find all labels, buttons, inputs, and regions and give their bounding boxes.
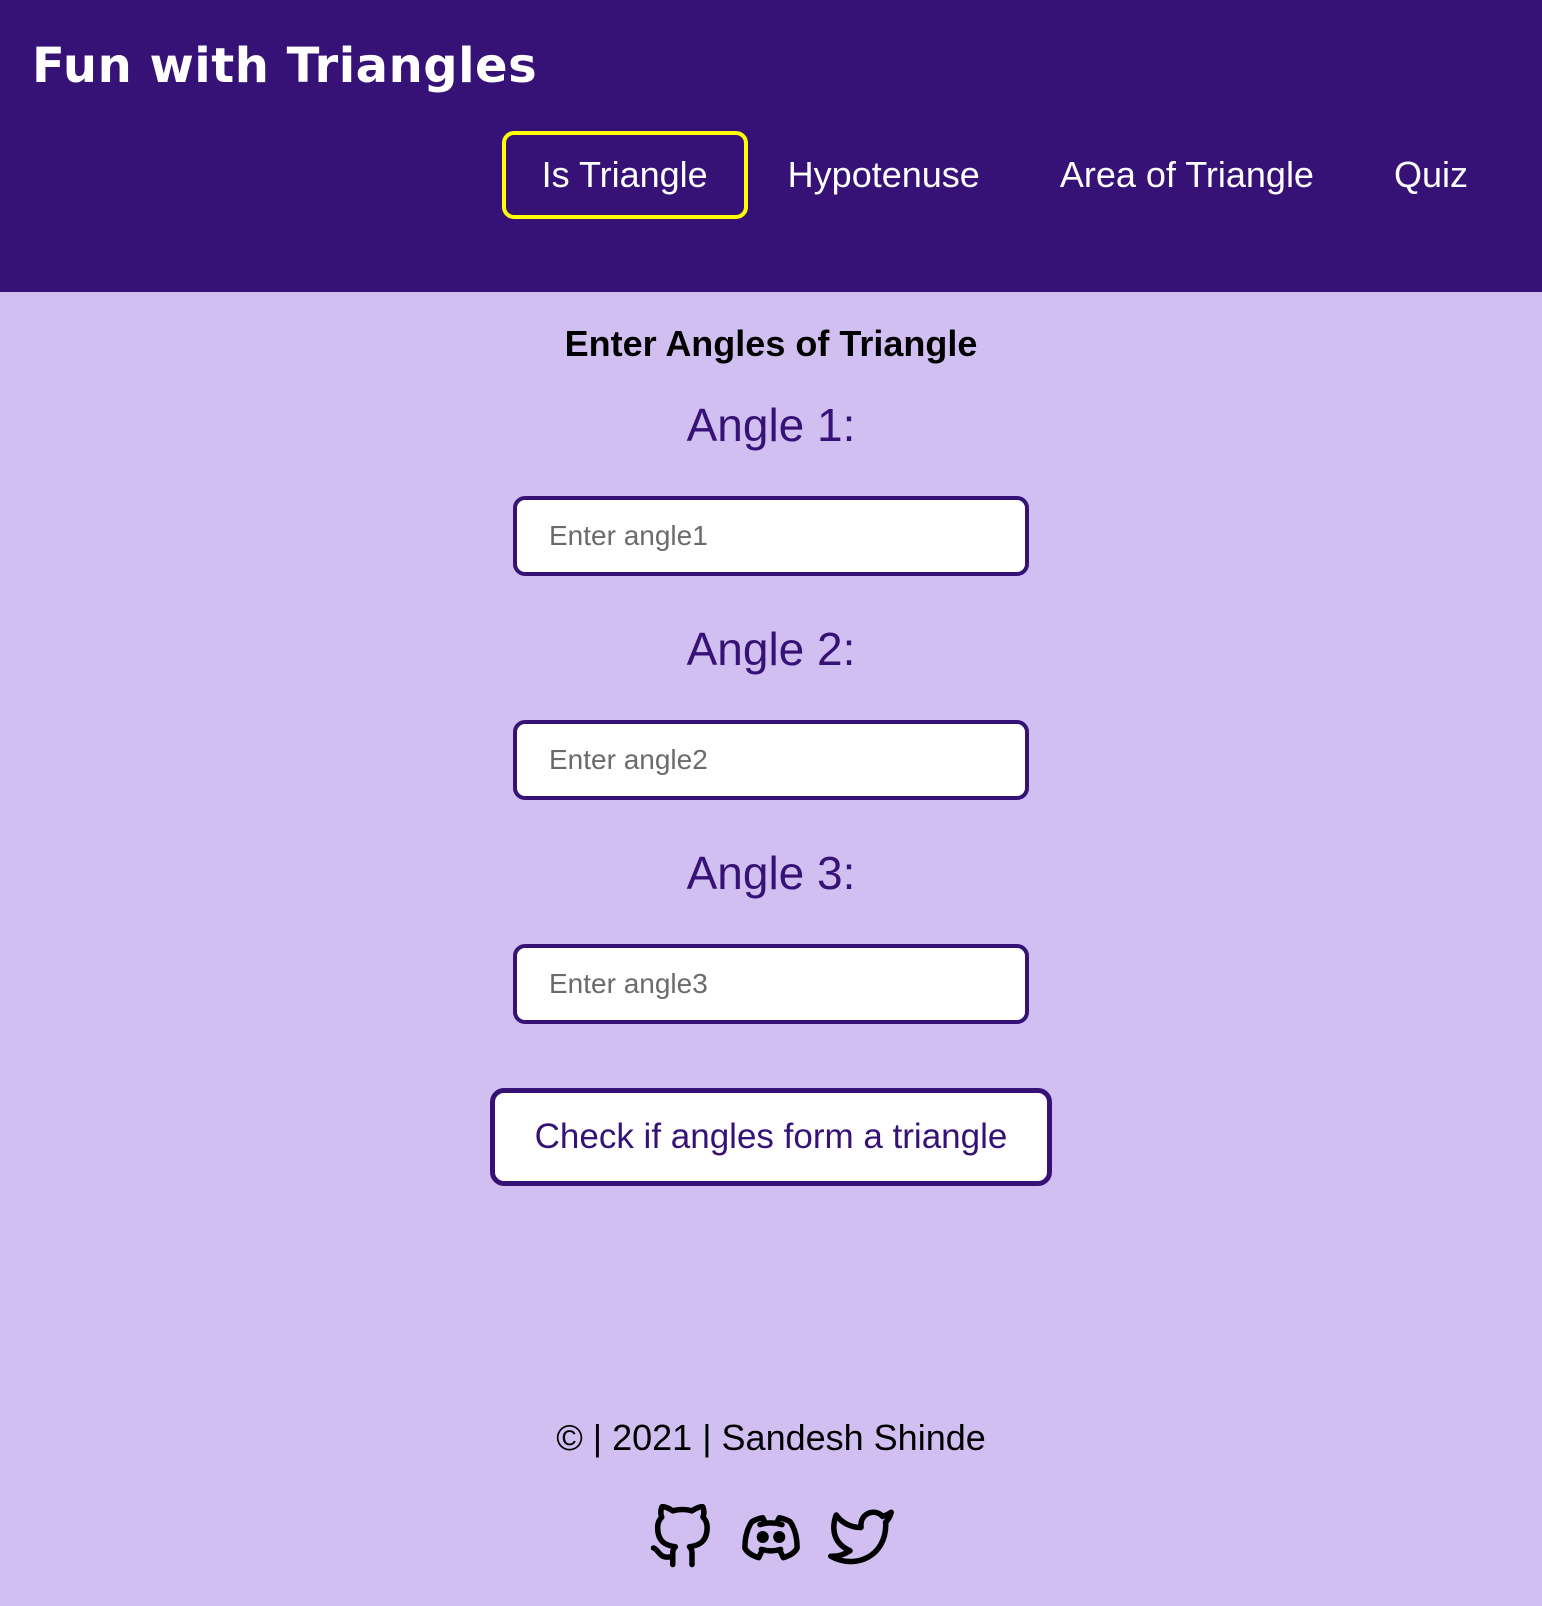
angle-1-input[interactable] <box>513 496 1029 576</box>
angle-1-label: Angle 1: <box>686 399 856 451</box>
github-link[interactable] <box>648 1503 714 1570</box>
social-links <box>0 1503 1542 1570</box>
main-content: Enter Angles of Triangle Angle 1: Angle … <box>0 292 1542 1186</box>
nav-hypotenuse[interactable]: Hypotenuse <box>748 131 1020 219</box>
github-icon <box>650 1503 710 1568</box>
nav-is-triangle[interactable]: Is Triangle <box>501 131 748 219</box>
nav-quiz[interactable]: Quiz <box>1354 131 1508 219</box>
angle-3-input[interactable] <box>513 944 1029 1024</box>
discord-link[interactable] <box>738 1504 804 1570</box>
header: Fun with Triangles Is Triangle Hypotenus… <box>0 0 1542 292</box>
section-title: Enter Angles of Triangle <box>564 323 978 364</box>
main-nav: Is Triangle Hypotenuse Area of Triangle … <box>501 131 1508 219</box>
angle-2-label: Angle 2: <box>686 623 856 675</box>
check-triangle-button[interactable]: Check if angles form a triangle <box>490 1088 1052 1186</box>
nav-area-of-triangle[interactable]: Area of Triangle <box>1020 131 1354 219</box>
angle-2-input[interactable] <box>513 720 1029 800</box>
footer: © | 2021 | Sandesh Shinde <box>0 1420 1542 1570</box>
copyright-text: © | 2021 | Sandesh Shinde <box>556 1417 986 1458</box>
twitter-link[interactable] <box>828 1504 894 1570</box>
discord-icon <box>742 1515 800 1561</box>
twitter-icon <box>828 1509 894 1565</box>
site-title: Fun with Triangles <box>32 38 538 94</box>
angle-3-label: Angle 3: <box>686 847 856 899</box>
